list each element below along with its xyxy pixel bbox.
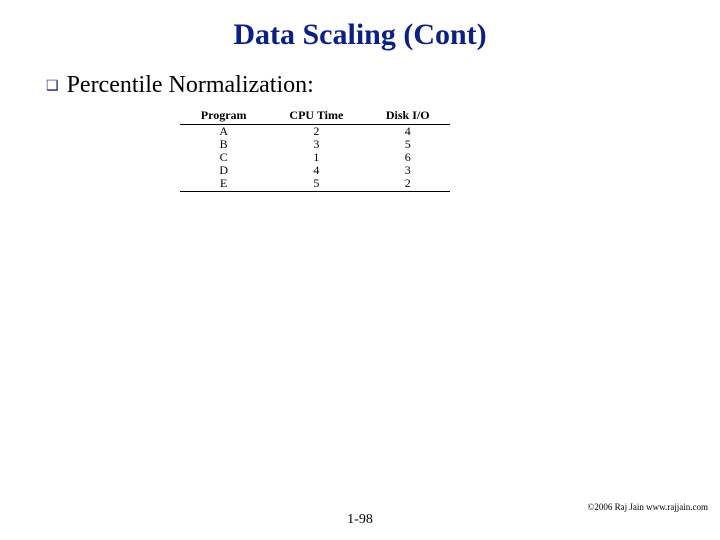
col-cpu-time: CPU Time bbox=[267, 108, 365, 125]
cell-cpu: 5 bbox=[267, 177, 365, 192]
cell-io: 2 bbox=[365, 177, 450, 192]
cell-io: 4 bbox=[365, 125, 450, 139]
page-title: Data Scaling (Cont) bbox=[0, 18, 720, 52]
page-number: 1-98 bbox=[0, 512, 720, 528]
col-disk-io: Disk I/O bbox=[365, 108, 450, 125]
cell-cpu: 2 bbox=[267, 125, 365, 139]
data-table: Program CPU Time Disk I/O A 2 4 B 3 5 C bbox=[180, 108, 480, 192]
table-row: E 5 2 bbox=[180, 177, 450, 192]
copyright-text: ©2006 Raj Jain www.rajjain.com bbox=[588, 502, 708, 512]
cell-program: A bbox=[180, 125, 267, 139]
slide: Data Scaling (Cont) ❑ Percentile Normali… bbox=[0, 0, 720, 540]
bullet-text: Percentile Normalization: bbox=[67, 72, 314, 99]
bullet-marker-icon: ❑ bbox=[46, 73, 59, 97]
table-header-row: Program CPU Time Disk I/O bbox=[180, 108, 450, 125]
table-row: A 2 4 bbox=[180, 125, 450, 139]
col-program: Program bbox=[180, 108, 267, 125]
bullet-item: ❑ Percentile Normalization: bbox=[46, 72, 666, 99]
cell-program: E bbox=[180, 177, 267, 192]
body: ❑ Percentile Normalization: bbox=[46, 72, 666, 99]
